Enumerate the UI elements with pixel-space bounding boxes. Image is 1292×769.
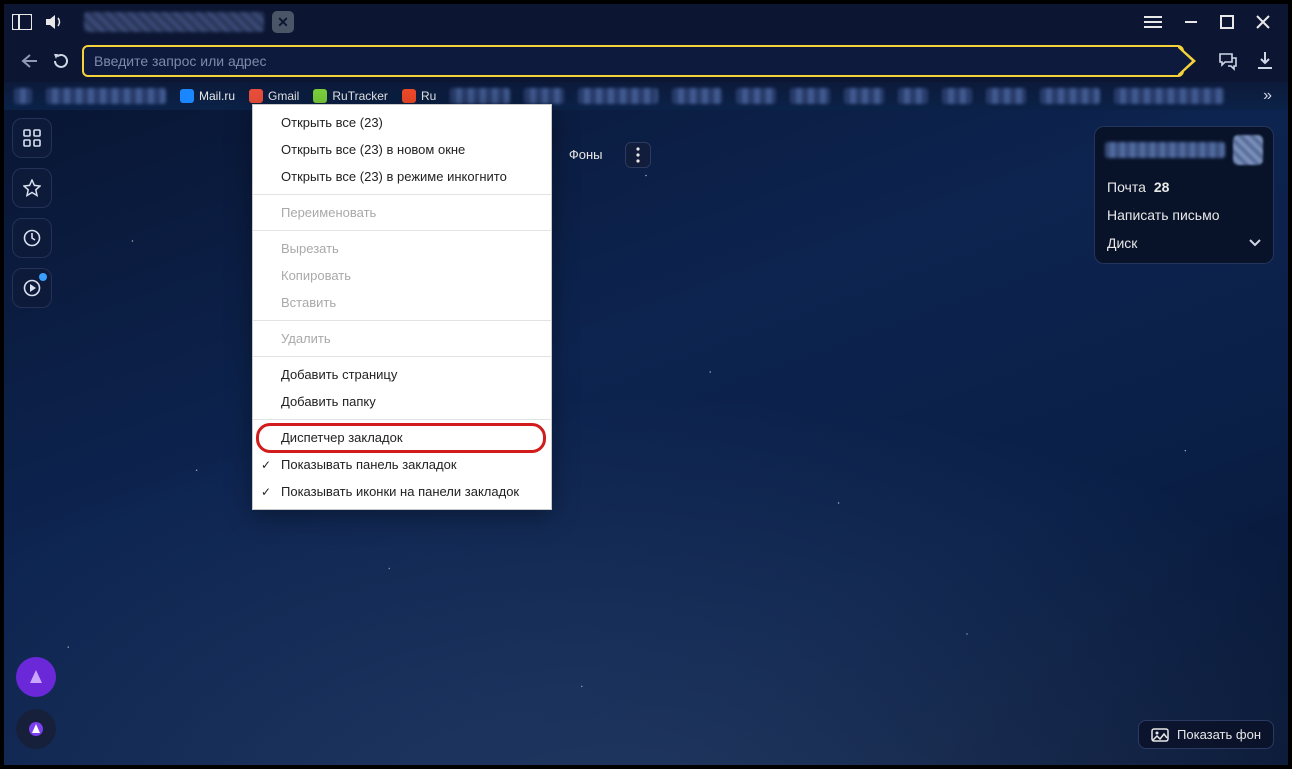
alice-shortcut-button[interactable] [16, 657, 56, 697]
user-disk-row[interactable]: Диск [1095, 229, 1273, 257]
backgrounds-button[interactable]: Фоны [557, 141, 615, 168]
tab-close-button[interactable]: ✕ [272, 11, 294, 33]
user-mail-label: Почта [1107, 179, 1146, 195]
downloads-icon[interactable] [1256, 51, 1274, 71]
nav-back-icon[interactable] [18, 53, 40, 69]
bookmark-label: RuTracker [332, 89, 388, 103]
user-compose-row[interactable]: Написать письмо [1095, 201, 1273, 229]
ctx-rename: Переименовать [253, 199, 551, 226]
nav-reload-icon[interactable] [50, 52, 72, 70]
favicon [249, 89, 263, 103]
window-maximize[interactable] [1220, 15, 1234, 29]
bookmark-item[interactable]: Mail.ru [180, 89, 235, 103]
bookmark-label: Gmail [268, 89, 299, 103]
window-close[interactable] [1256, 15, 1270, 29]
side-favorites-button[interactable] [12, 168, 52, 208]
feedback-icon[interactable] [1218, 51, 1238, 71]
user-mail-count: 28 [1154, 179, 1170, 195]
user-panel: Почта 28 Написать письмо Диск [1094, 126, 1274, 264]
alice-voice-button[interactable] [16, 709, 56, 749]
ctx-cut: Вырезать [253, 235, 551, 262]
ctx-separator [253, 419, 551, 420]
omnibox-go-arrow[interactable] [1178, 45, 1196, 77]
side-panel [12, 118, 52, 308]
bookmark-item[interactable]: RuTracker [313, 89, 388, 103]
tab-title-blurred [84, 12, 264, 32]
bookmark-label: Ru [421, 89, 436, 103]
user-mail-row[interactable]: Почта 28 [1095, 173, 1273, 201]
bookmarks-overflow-icon[interactable]: » [1263, 87, 1278, 105]
ctx-copy: Копировать [253, 262, 551, 289]
omnibox-input[interactable] [94, 53, 1172, 69]
ctx-paste: Вставить [253, 289, 551, 316]
notification-dot-icon [39, 273, 47, 281]
ctx-add-page[interactable]: Добавить страницу [253, 361, 551, 388]
omnibox[interactable] [82, 45, 1184, 77]
toolbar-more-button[interactable] [625, 142, 651, 168]
favicon [402, 89, 416, 103]
image-icon [1151, 728, 1169, 742]
volume-icon[interactable] [46, 15, 64, 29]
ctx-delete: Удалить [253, 325, 551, 352]
bookmark-item[interactable]: Ru [402, 89, 436, 103]
menu-icon[interactable] [1144, 15, 1162, 29]
bookmark-label: Mail.ru [199, 89, 235, 103]
bookmark-item[interactable]: Gmail [249, 89, 299, 103]
address-bar-row [4, 40, 1288, 82]
side-apps-button[interactable] [12, 118, 52, 158]
ctx-open-all[interactable]: Открыть все (23) [253, 109, 551, 136]
ctx-separator [253, 230, 551, 231]
window-minimize[interactable] [1184, 15, 1198, 29]
ctx-open-all-incognito[interactable]: Открыть все (23) в режиме инкогнито [253, 163, 551, 190]
browser-tab[interactable]: ✕ [78, 8, 302, 36]
chevron-down-icon [1249, 239, 1261, 247]
ctx-separator [253, 194, 551, 195]
side-media-button[interactable] [12, 268, 52, 308]
ctx-separator [253, 356, 551, 357]
user-name-blurred [1105, 142, 1225, 158]
sidebar-toggle-icon[interactable] [12, 14, 32, 30]
bookmarks-bar: Mail.ru Gmail RuTracker Ru » [4, 82, 1288, 110]
ctx-add-folder[interactable]: Добавить папку [253, 388, 551, 415]
ctx-separator [253, 320, 551, 321]
ctx-show-bookmark-icons[interactable]: Показывать иконки на панели закладок [253, 478, 551, 505]
side-history-button[interactable] [12, 218, 52, 258]
ctx-show-bookmarks-bar[interactable]: Показывать панель закладок [253, 451, 551, 478]
bookmarks-context-menu: Открыть все (23) Открыть все (23) в ново… [252, 104, 552, 510]
new-tab-content: ытые Добавить Настроить Фоны Почта [4, 110, 1288, 765]
ctx-bookmark-manager[interactable]: Диспетчер закладок [253, 424, 551, 451]
favicon [313, 89, 327, 103]
favicon [180, 89, 194, 103]
show-background-label: Показать фон [1177, 727, 1261, 742]
user-avatar[interactable] [1233, 135, 1263, 165]
ctx-open-all-new-window[interactable]: Открыть все (23) в новом окне [253, 136, 551, 163]
show-background-button[interactable]: Показать фон [1138, 720, 1274, 749]
tab-bar: ✕ [4, 4, 1288, 40]
